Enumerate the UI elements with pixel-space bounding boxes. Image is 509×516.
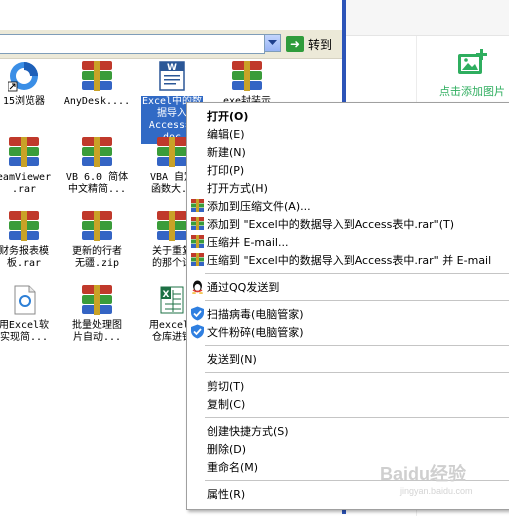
winrar-archive-icon xyxy=(81,210,113,242)
svg-text:W: W xyxy=(167,63,177,73)
menu-item-label: 复制(C) xyxy=(207,398,246,411)
menu-item-new[interactable]: 新建(N) xyxy=(187,143,509,161)
right-panel-toolbar xyxy=(346,0,509,36)
add-photo-button[interactable]: 点击添加图片 xyxy=(432,48,509,99)
go-button-label: 转到 xyxy=(308,37,333,52)
winrar-icon xyxy=(190,234,205,249)
menu-item-print[interactable]: 打印(P) xyxy=(187,161,509,179)
file-label: 财务报表模 板.rar xyxy=(0,246,49,269)
menu-item-delete[interactable]: 删除(D) xyxy=(187,440,509,458)
menu-item-copy[interactable]: 复制(C) xyxy=(187,395,509,413)
menu-item-cut[interactable]: 剪切(T) xyxy=(187,377,509,395)
address-input[interactable] xyxy=(0,34,265,54)
menu-item-create-shortcut[interactable]: 创建快捷方式(S) xyxy=(187,422,509,440)
menu-item-label: 文件粉碎(电脑管家) xyxy=(207,326,304,339)
menu-item-label: 通过QQ发送到 xyxy=(207,281,280,294)
winrar-archive-icon xyxy=(81,60,113,92)
menu-item-label: 添加到 "Excel中的数据导入到Access表中.rar"(T) xyxy=(207,218,454,231)
arrow-right-icon: ➜ xyxy=(286,36,304,52)
menu-item-label: 创建快捷方式(S) xyxy=(207,425,289,438)
winrar-archive-icon xyxy=(231,60,263,92)
winrar-archive-icon xyxy=(81,136,113,168)
menu-item-edit[interactable]: 编辑(E) xyxy=(187,125,509,143)
menu-item-add-to-archive[interactable]: 添加到压缩文件(A)... xyxy=(187,197,509,215)
file-item[interactable]: 15浏览器 xyxy=(0,60,64,108)
menu-item-open-with[interactable]: 打开方式(H) xyxy=(187,179,509,197)
winrar-archive-icon xyxy=(156,210,188,242)
menu-item-label: 发送到(N) xyxy=(207,353,257,366)
go-button[interactable]: ➜ 转到 xyxy=(286,34,332,54)
menu-item-label: 压缩并 E-mail... xyxy=(207,236,289,249)
file-item[interactable]: 批量处理图 片自动... xyxy=(57,284,137,344)
watermark-text: Baidu经验 xyxy=(380,464,467,484)
menu-item-label: 删除(D) xyxy=(207,443,247,456)
watermark-sub: jingyan.baidu.com xyxy=(400,486,473,496)
add-image-icon xyxy=(458,49,487,74)
address-dropdown-button[interactable] xyxy=(264,34,281,52)
file-item[interactable]: eamViewer .rar xyxy=(0,136,64,196)
menu-item-label: 重命名(M) xyxy=(207,461,259,474)
chevron-down-icon xyxy=(268,40,277,45)
file-label: 15浏览器 xyxy=(2,96,46,107)
qq-icon xyxy=(190,279,205,294)
menu-item-open[interactable]: 打开(O) xyxy=(187,107,509,125)
shield-icon xyxy=(190,306,205,321)
menu-separator xyxy=(205,300,509,301)
excel-icon: X xyxy=(156,284,188,316)
add-photo-label: 点击添加图片 xyxy=(439,85,505,98)
menu-item-label: 打开(O) xyxy=(207,110,249,123)
winrar-archive-icon xyxy=(8,136,40,168)
menu-item-compress-email[interactable]: 压缩并 E-mail... xyxy=(187,233,509,251)
address-bar: ➜ 转到 xyxy=(0,30,342,59)
menu-item-shred-file[interactable]: 文件粉碎(电脑管家) xyxy=(187,323,509,341)
menu-item-label: 添加到压缩文件(A)... xyxy=(207,200,311,213)
shield-icon xyxy=(190,324,205,339)
menu-item-compress-to-rar-email[interactable]: 压缩到 "Excel中的数据导入到Access表中.rar" 并 E-mail xyxy=(187,251,509,269)
file-item[interactable]: exe封装示 xyxy=(207,60,287,108)
menu-item-label: 剪切(T) xyxy=(207,380,245,393)
menu-item-label: 打印(P) xyxy=(207,164,245,177)
svg-text:X: X xyxy=(163,290,170,300)
menu-item-send-via-qq[interactable]: 通过QQ发送到 xyxy=(187,278,509,296)
menu-item-send-to[interactable]: 发送到(N) xyxy=(187,350,509,368)
menu-item-add-to-rar[interactable]: 添加到 "Excel中的数据导入到Access表中.rar"(T) xyxy=(187,215,509,233)
file-label: eamViewer .rar xyxy=(0,172,52,195)
file-label: VB 6.0 简体 中文精简... xyxy=(65,172,129,195)
file-label: 更新的行者 无疆.zip xyxy=(72,246,122,269)
menu-separator xyxy=(205,345,509,346)
file-item[interactable]: AnyDesk.... xyxy=(57,60,137,108)
winrar-icon xyxy=(190,198,205,213)
file-item[interactable]: 更新的行者 无疆.zip xyxy=(57,210,137,270)
menu-item-label: 属性(R) xyxy=(207,488,246,501)
menu-separator xyxy=(205,273,509,274)
browser-icon xyxy=(7,60,40,92)
winrar-archive-icon xyxy=(156,136,188,168)
file-item[interactable]: 财务报表模 板.rar xyxy=(0,210,64,270)
menu-item-label: 压缩到 "Excel中的数据导入到Access表中.rar" 并 E-mail xyxy=(207,254,492,267)
word-document-icon: W xyxy=(156,60,188,92)
context-menu: 打开(O) 编辑(E) 新建(N) 打印(P) 打开方式(H) 添加到压缩文件(… xyxy=(186,102,509,510)
menu-item-label: 新建(N) xyxy=(207,146,246,159)
file-item[interactable]: 用Excel软 实现简... xyxy=(0,284,64,344)
file-label: 用Excel软 实现简... xyxy=(0,320,50,343)
menu-item-scan-virus[interactable]: 扫描病毒(电脑管家) xyxy=(187,305,509,323)
winrar-icon xyxy=(190,216,205,231)
winrar-icon xyxy=(190,252,205,267)
watermark: Baidu经验 jingyan.baidu.com xyxy=(380,460,473,496)
menu-separator xyxy=(205,372,509,373)
menu-item-label: 打开方式(H) xyxy=(207,182,268,195)
winrar-archive-icon xyxy=(81,284,113,316)
file-item[interactable]: VB 6.0 简体 中文精简... xyxy=(57,136,137,196)
menu-separator xyxy=(205,417,509,418)
file-label: 批量处理图 片自动... xyxy=(72,320,122,343)
menu-item-label: 编辑(E) xyxy=(207,128,245,141)
winrar-archive-icon xyxy=(8,210,40,242)
menu-item-label: 扫描病毒(电脑管家) xyxy=(207,308,304,321)
document-icon xyxy=(8,284,40,316)
file-label: AnyDesk.... xyxy=(63,96,131,107)
